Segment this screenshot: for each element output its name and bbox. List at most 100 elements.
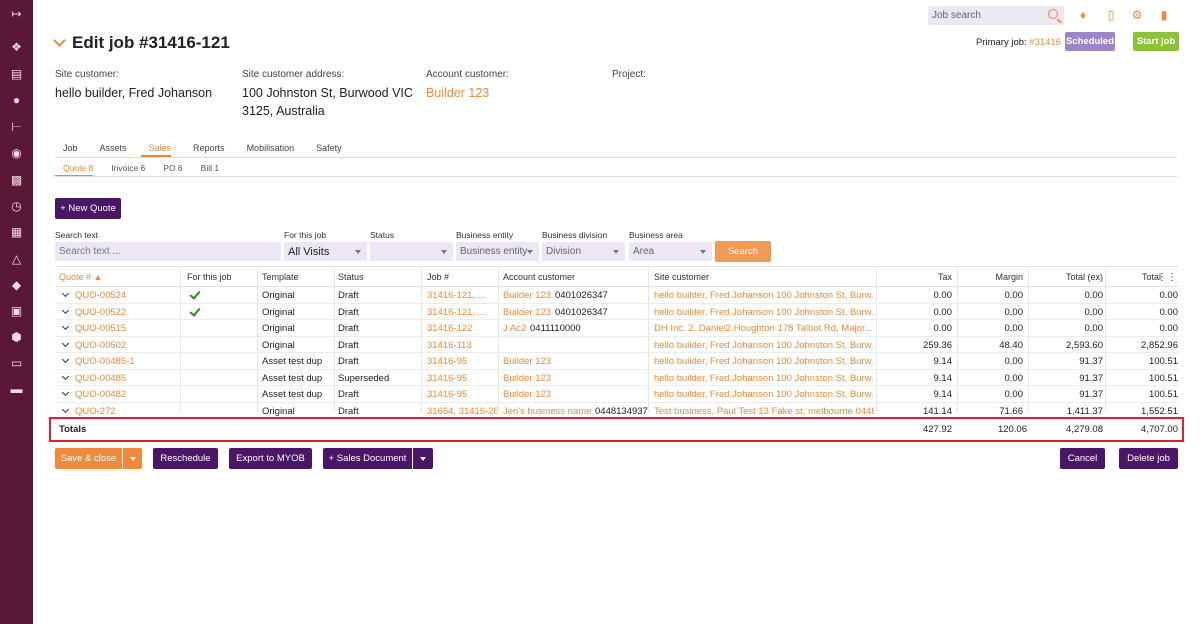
quote-number-link[interactable]: QUO-00485-1 bbox=[75, 356, 135, 367]
sales-document-button[interactable]: + Sales Document bbox=[323, 448, 412, 469]
message-icon[interactable]: ▮ bbox=[1157, 8, 1171, 22]
list-box-icon[interactable]: ▣ bbox=[0, 301, 33, 321]
job-number-link[interactable]: 31416-121, ... bbox=[427, 290, 497, 301]
chevron-down-icon[interactable] bbox=[61, 372, 70, 380]
inbox-icon[interactable]: ▬ bbox=[0, 379, 33, 399]
account-customer-link[interactable]: J Ac2 bbox=[503, 323, 526, 334]
account-customer-link[interactable]: Builder 123 bbox=[426, 84, 509, 102]
bell-icon[interactable]: ♦ bbox=[1076, 8, 1090, 22]
mobile-icon[interactable]: ▯ bbox=[1104, 8, 1118, 22]
chart-icon[interactable]: ▩ bbox=[0, 170, 33, 190]
quote-number-link[interactable]: QUO-00515 bbox=[75, 323, 126, 334]
column-header-status[interactable]: Status bbox=[338, 272, 364, 282]
export-myob-button[interactable]: Export to MYOB bbox=[229, 448, 312, 469]
column-header-template[interactable]: Template bbox=[262, 272, 299, 282]
column-header-tax[interactable]: Tax bbox=[877, 272, 952, 282]
site-customer-link[interactable]: Test business, Paul Test 13 Fake st, mel… bbox=[654, 406, 874, 417]
quote-number-link[interactable]: QUO-00502 bbox=[75, 340, 126, 351]
tab-job[interactable]: Job bbox=[55, 143, 78, 157]
document-icon[interactable]: ▤ bbox=[0, 64, 33, 84]
subtab-invoice[interactable]: Invoice 6 bbox=[103, 163, 145, 176]
table-row[interactable]: QUO-00485 Asset test dup Superseded 31416-9… bbox=[55, 370, 1179, 386]
job-number-link[interactable]: 31416-95 bbox=[427, 373, 497, 384]
account-customer-link[interactable]: Builder 123 bbox=[503, 373, 551, 384]
shield-icon[interactable]: ⬢ bbox=[0, 327, 33, 347]
column-header-total-ex[interactable]: Total (ex) bbox=[1029, 272, 1103, 282]
chevron-down-icon[interactable] bbox=[61, 339, 70, 347]
gear-icon[interactable]: ⚙ bbox=[1130, 8, 1144, 22]
start-job-button[interactable]: Start job bbox=[1133, 32, 1179, 51]
for-this-job-select[interactable]: All Visits bbox=[284, 242, 367, 261]
business-entity-select[interactable]: Business entity bbox=[456, 242, 539, 261]
search-icon[interactable] bbox=[1048, 9, 1058, 19]
site-customer-link[interactable]: hello builder, Fred Johanson 100 Johnsto… bbox=[654, 373, 874, 384]
job-number-link[interactable]: 31416-121, ... bbox=[427, 307, 497, 318]
chevron-down-icon[interactable] bbox=[61, 306, 70, 314]
table-row[interactable]: QUO-00522 Original Draft 31416-121, ... Buil… bbox=[55, 304, 1179, 320]
account-customer-link[interactable]: Builder 123 bbox=[503, 356, 551, 367]
hierarchy-icon[interactable]: ⊢ bbox=[0, 117, 33, 137]
column-header-quote[interactable]: Quote # ▲ bbox=[59, 272, 102, 282]
quote-number-link[interactable]: QUO-272 bbox=[75, 406, 116, 417]
subtab-bill[interactable]: Bill 1 bbox=[193, 163, 219, 176]
quote-number-link[interactable]: QUO-00522 bbox=[75, 307, 126, 318]
cube-icon[interactable]: △ bbox=[0, 249, 33, 269]
site-customer-link[interactable]: hello builder, Fred Johanson 100 Johnsto… bbox=[654, 340, 874, 351]
business-division-select[interactable]: Division bbox=[542, 242, 625, 261]
chevron-down-icon[interactable] bbox=[61, 355, 70, 364]
quote-number-link[interactable]: QUO-00524 bbox=[75, 290, 126, 301]
site-customer-link[interactable]: hello builder, Fred Johanson 100 Johnsto… bbox=[654, 290, 874, 301]
save-close-button[interactable]: Save & close bbox=[55, 448, 122, 469]
search-text-input[interactable] bbox=[59, 246, 277, 257]
status-select[interactable] bbox=[370, 242, 453, 261]
account-customer-link[interactable]: Jen's business name bbox=[503, 406, 591, 417]
column-header-margin[interactable]: Margin bbox=[958, 272, 1023, 282]
account-customer-link[interactable]: Builder 123 bbox=[503, 307, 551, 318]
primary-job-link[interactable]: #31416 bbox=[1029, 37, 1061, 48]
job-number-link[interactable]: 31416-95 bbox=[427, 356, 497, 367]
tab-reports[interactable]: Reports bbox=[185, 143, 225, 157]
delete-job-button[interactable]: Delete job bbox=[1119, 448, 1178, 469]
book-icon[interactable]: ▭ bbox=[0, 353, 33, 373]
column-header-for-this-job[interactable]: For this job bbox=[187, 272, 232, 282]
subtab-quote[interactable]: Quote 8 bbox=[55, 163, 94, 176]
account-customer-link[interactable]: Builder 123 bbox=[503, 290, 551, 301]
clock-icon[interactable]: ◷ bbox=[0, 196, 33, 216]
site-customer-link[interactable]: hello builder, Fred Johanson 100 Johnsto… bbox=[654, 307, 874, 318]
job-search-input[interactable] bbox=[932, 10, 1042, 21]
chevron-down-icon[interactable] bbox=[61, 322, 70, 331]
expand-icon[interactable]: ↦ bbox=[0, 4, 33, 24]
tab-mobilisation[interactable]: Mobilisation bbox=[239, 143, 295, 157]
chevron-down-icon[interactable] bbox=[61, 405, 70, 413]
save-options-button[interactable] bbox=[123, 448, 142, 469]
tab-safety[interactable]: Safety bbox=[308, 143, 342, 157]
tab-assets[interactable]: Assets bbox=[92, 143, 127, 157]
person-icon[interactable]: ● bbox=[0, 90, 33, 110]
table-row[interactable]: QUO-00482 Asset test dup Draft 31416-95 Buil… bbox=[55, 386, 1179, 403]
chevron-down-icon[interactable] bbox=[61, 289, 70, 298]
reschedule-button[interactable]: Reschedule bbox=[153, 448, 218, 469]
tag-icon[interactable]: ◆ bbox=[0, 275, 33, 295]
table-row[interactable]: QUO-00515 Original Draft 31416-122 J Ac2 0411… bbox=[55, 320, 1179, 337]
site-customer-link[interactable]: hello builder, Fred Johanson 100 Johnsto… bbox=[654, 356, 874, 367]
table-row[interactable]: QUO-00502 Original Draft 31416-113 hello bui… bbox=[55, 337, 1179, 353]
tags-icon[interactable]: ❖ bbox=[0, 37, 33, 57]
column-header-site-customer[interactable]: Site customer bbox=[654, 272, 709, 282]
job-number-link[interactable]: 31416-113 bbox=[427, 340, 497, 351]
chevron-down-icon[interactable] bbox=[61, 388, 70, 397]
column-header-account-customer[interactable]: Account customer bbox=[503, 272, 575, 282]
job-number-link[interactable]: 31416-95 bbox=[427, 389, 497, 400]
site-customer-link[interactable]: DH Inc. 2, Daniel2 Houghton 178 Talbot R… bbox=[654, 323, 874, 334]
calendar-icon[interactable]: ▦ bbox=[0, 222, 33, 242]
sales-document-options-button[interactable] bbox=[413, 448, 433, 469]
new-quote-button[interactable]: + New Quote bbox=[55, 198, 121, 219]
tab-sales[interactable]: Sales bbox=[140, 143, 172, 157]
column-header-job[interactable]: Job # bbox=[427, 272, 449, 282]
subtab-po[interactable]: PO 6 bbox=[155, 163, 182, 176]
search-text-field[interactable] bbox=[55, 242, 281, 261]
account-customer-link[interactable]: Builder 123 bbox=[503, 389, 551, 400]
search-button[interactable]: Search bbox=[715, 241, 771, 262]
job-search-box[interactable] bbox=[928, 6, 1064, 25]
site-customer-link[interactable]: hello builder, Fred Johanson 100 Johnsto… bbox=[654, 389, 874, 400]
cancel-button[interactable]: Cancel bbox=[1060, 448, 1105, 469]
